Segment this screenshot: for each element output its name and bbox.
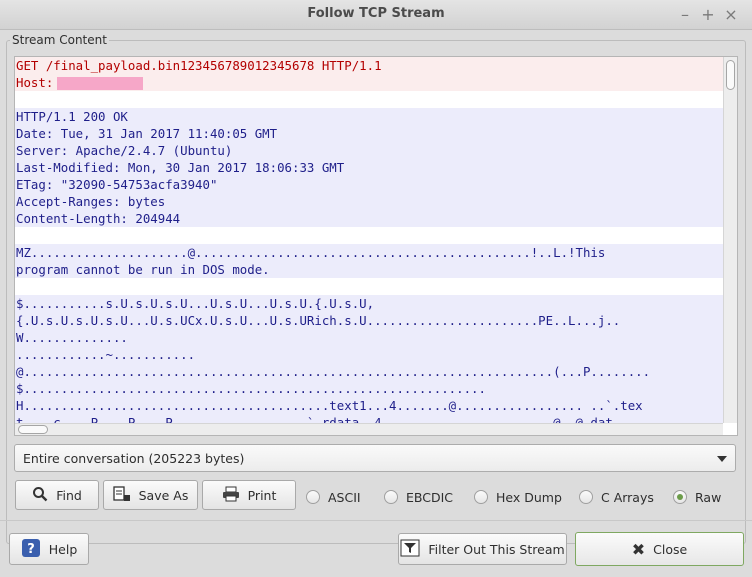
stream-line: Date: Tue, 31 Jan 2017 11:40:05 GMT	[15, 125, 723, 142]
stream-line-text: {.U.s.U.s.U.s.U...U.s.UCx.U.s.U...U.s.UR…	[16, 313, 621, 328]
close-x-icon: ✖	[631, 539, 646, 559]
stream-line	[15, 91, 723, 108]
close-label: Close	[653, 541, 688, 557]
stream-line-text: Host:	[16, 75, 54, 90]
stream-line-text: MZ.....................@................…	[16, 245, 606, 260]
save-as-button[interactable]: Save As	[103, 480, 198, 510]
stream-line-text: @.......................................…	[16, 364, 651, 379]
horizontal-scrollbar[interactable]	[15, 423, 723, 435]
chevron-down-icon	[717, 456, 727, 462]
stream-content-label: Stream Content	[10, 33, 109, 47]
stream-line: Last-Modified: Mon, 30 Jan 2017 18:06:33…	[15, 159, 723, 176]
format-label: C Arrays	[601, 489, 654, 505]
stream-line	[15, 227, 723, 244]
stream-line: MZ.....................@................…	[15, 244, 723, 261]
close-window-icon[interactable]: ×	[720, 4, 742, 26]
stream-line: HTTP/1.1 200 OK	[15, 108, 723, 125]
stream-line-text: t....c....P....P....P..................`…	[16, 415, 613, 423]
format-radio-raw[interactable]: Raw	[673, 488, 721, 506]
filter-out-stream-button[interactable]: Filter Out This Stream	[398, 533, 567, 565]
stream-line	[15, 278, 723, 295]
minimize-icon[interactable]: –	[674, 4, 696, 26]
vertical-scrollbar[interactable]	[723, 57, 737, 423]
stream-line-text: ETag: "32090-54753acfa3940"	[16, 177, 218, 192]
stream-line: GET /final_payload.bin123456789012345678…	[15, 57, 723, 74]
format-label: Raw	[695, 489, 722, 505]
redaction-mark	[57, 77, 144, 90]
vertical-scroll-thumb[interactable]	[726, 60, 735, 90]
stream-line-text: $.......................................…	[16, 381, 486, 396]
radio-circle[interactable]	[384, 490, 398, 504]
stream-line-text: Content-Length: 204944	[16, 211, 181, 226]
radio-circle[interactable]	[306, 490, 320, 504]
search-icon	[32, 486, 48, 505]
print-button[interactable]: Print	[202, 480, 296, 510]
filter-icon	[400, 539, 420, 560]
maximize-icon[interactable]: +	[697, 4, 719, 26]
radio-circle-selected[interactable]	[673, 490, 687, 504]
horizontal-scroll-thumb[interactable]	[18, 425, 48, 434]
stream-line-text: Last-Modified: Mon, 30 Jan 2017 18:06:33…	[16, 160, 345, 175]
format-radio-c-arrays[interactable]: C Arrays	[579, 488, 654, 506]
stream-line: Content-Length: 204944	[15, 210, 723, 227]
stream-line: t....c....P....P....P..................`…	[15, 414, 723, 423]
printer-icon	[222, 486, 240, 505]
stream-line-text: W..............	[16, 330, 128, 345]
stream-lines[interactable]: GET /final_payload.bin123456789012345678…	[15, 57, 723, 423]
stream-line-text: HTTP/1.1 200 OK	[16, 109, 128, 124]
stream-line: Accept-Ranges: bytes	[15, 193, 723, 210]
stream-line: {.U.s.U.s.U.s.U...U.s.UCx.U.s.U...U.s.UR…	[15, 312, 723, 329]
filter-out-label: Filter Out This Stream	[428, 541, 565, 557]
radio-circle[interactable]	[474, 490, 488, 504]
stream-line: @.......................................…	[15, 363, 723, 380]
print-label: Print	[247, 487, 277, 503]
window-title: Follow TCP Stream	[307, 6, 445, 21]
stream-line: H.......................................…	[15, 397, 723, 414]
stream-line: W..............	[15, 329, 723, 346]
format-label: ASCII	[328, 489, 361, 505]
help-button[interactable]: ? Help	[9, 533, 89, 565]
find-button[interactable]: Find	[15, 480, 99, 510]
stream-line: ETag: "32090-54753acfa3940"	[15, 176, 723, 193]
stream-line: $...........s.U.s.U.s.U...U.s.U...U.s.U.…	[15, 295, 723, 312]
format-radio-ascii[interactable]: ASCII	[306, 488, 361, 506]
stream-line: $.......................................…	[15, 380, 723, 397]
stream-line-text: Server: Apache/2.4.7 (Ubuntu)	[16, 143, 233, 158]
conversation-select[interactable]: Entire conversation (205223 bytes)	[14, 444, 736, 472]
stream-line-text: Date: Tue, 31 Jan 2017 11:40:05 GMT	[16, 126, 278, 141]
help-icon: ?	[21, 538, 41, 561]
stream-line: ............~...........	[15, 346, 723, 363]
separator	[0, 520, 752, 521]
stream-line-text: GET /final_payload.bin123456789012345678…	[16, 58, 382, 73]
title-bar: Follow TCP Stream – + ×	[0, 0, 752, 30]
format-label: EBCDIC	[406, 489, 454, 505]
help-label: Help	[48, 541, 78, 557]
conversation-select-value: Entire conversation (205223 bytes)	[23, 451, 245, 466]
find-label: Find	[56, 487, 82, 503]
stream-line: Server: Apache/2.4.7 (Ubuntu)	[15, 142, 723, 159]
stream-line-text: H.......................................…	[16, 398, 643, 413]
close-button[interactable]: ✖ Close	[575, 532, 744, 566]
stream-text-area[interactable]: GET /final_payload.bin123456789012345678…	[14, 56, 738, 436]
stream-line: Host:	[15, 74, 723, 91]
stream-line-text: program cannot be run in DOS mode.	[16, 262, 270, 277]
format-radio-ebcdic[interactable]: EBCDIC	[384, 488, 453, 506]
save-as-icon	[112, 485, 131, 505]
stream-line: program cannot be run in DOS mode.	[15, 261, 723, 278]
format-label: Hex Dump	[496, 489, 562, 505]
radio-circle[interactable]	[579, 490, 593, 504]
stream-line-text: $...........s.U.s.U.s.U...U.s.U...U.s.U.…	[16, 296, 375, 311]
svg-text:?: ?	[27, 542, 35, 557]
stream-line-text: Accept-Ranges: bytes	[16, 194, 166, 209]
dialog-content: Stream Content GET /final_payload.bin123…	[0, 30, 752, 577]
save-as-label: Save As	[138, 487, 189, 503]
stream-line-text: ............~...........	[16, 347, 196, 362]
format-radio-hex-dump[interactable]: Hex Dump	[474, 488, 562, 506]
